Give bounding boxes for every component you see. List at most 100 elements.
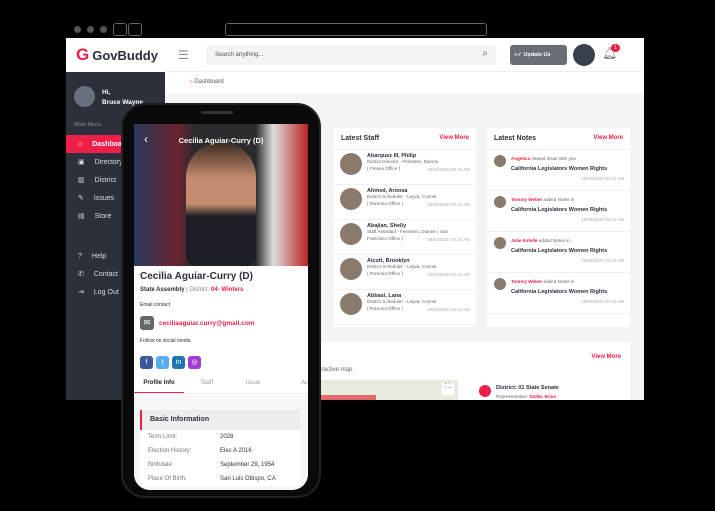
staff-avatar [340, 188, 362, 210]
timestamp: 19/03/2020 03:24 AM [581, 298, 624, 304]
view-more-link[interactable]: View More [591, 354, 621, 360]
note-subject[interactable]: California Legislators Women Rights [511, 166, 624, 172]
tab-staff[interactable]: Staff [184, 374, 230, 393]
note-subject[interactable]: California Legislators Women Rights [511, 248, 624, 254]
note-row[interactable]: Julie Estelle added Notes in California L… [487, 232, 630, 273]
phone-screen: ‹ Cecilia Aguiar-Curry (D) Cecilia Aguia… [134, 124, 308, 490]
profile-tabs: Profile Info Staff Issue Ac [134, 374, 308, 394]
staff-role: District Scheduler - Leyva, Connie [367, 194, 437, 199]
profile-photo [134, 124, 308, 266]
staff-role: District Director - Feinstein, Dianne [367, 159, 439, 164]
logout-icon: ⇥ [78, 289, 84, 296]
linkedin-icon[interactable]: in [172, 356, 185, 369]
profile-name: Cecilia Aguiar-Curry (D) [140, 271, 253, 282]
twitter-icon[interactable]: t [156, 356, 169, 369]
info-key: Election History: [148, 448, 192, 454]
staff-row[interactable]: Abajian, Shelly Staff Assistant - Feinste… [334, 220, 476, 255]
rep-label: Representative: [496, 394, 529, 399]
staff-row[interactable]: Alcott, Brooklyn District Scheduler - Ley… [334, 255, 476, 290]
address-bar[interactable] [225, 23, 487, 36]
phone-icon: ✆ [78, 271, 84, 278]
note-action: added Notes in [543, 197, 575, 202]
home-icon: ⌂ [78, 140, 83, 148]
phone-title: Cecilia Aguiar-Curry (D) [178, 136, 264, 145]
note-action: added Notes in [543, 279, 575, 284]
tab-icon[interactable] [128, 23, 142, 36]
tab-issue[interactable]: Issue [230, 374, 276, 393]
info-row: Place Of Birth: San Luis Obispo, CA [140, 472, 300, 486]
note-row[interactable]: Tommy Weber added Notes in California Leg… [487, 191, 630, 232]
location-pin-icon [479, 385, 491, 397]
map-card: View More eractive map. ⛶ District: 01 S… [316, 342, 630, 400]
chamber: State Assembly [140, 287, 185, 293]
card-title: Latest Notes [494, 135, 537, 142]
staff-avatar [340, 223, 362, 245]
search-icon[interactable]: ⌕ [482, 48, 488, 59]
staff-role: Staff Assistant - Feinstein, Dianne ( Sa… [367, 229, 449, 234]
basic-info-header: Basic Information [140, 410, 300, 430]
info-key: Term Limit: [148, 434, 178, 440]
facebook-icon[interactable]: f [140, 356, 153, 369]
search-input[interactable]: Search anything... ⌕ [206, 45, 496, 65]
staff-row[interactable]: Ahmed, Aroosa District Scheduler - Leyva,… [334, 185, 476, 220]
info-value: September 29, 1954 [220, 462, 275, 468]
window-dot [100, 26, 107, 33]
note-action: added Notes in [538, 238, 570, 243]
window-dot [74, 26, 81, 33]
note-avatar [494, 196, 506, 208]
note-row[interactable]: Tommy Weber added Notes in California Leg… [487, 273, 630, 314]
map-description: eractive map. [318, 367, 355, 373]
info-value: 2028 [220, 434, 234, 440]
staff-avatar [340, 293, 362, 315]
info-key: Birthdate: [148, 462, 174, 468]
note-subject[interactable]: California Legislators Women Rights [511, 289, 624, 295]
mail-icon: ✉ [140, 316, 154, 330]
note-user[interactable]: Tommy Weber [511, 279, 542, 284]
email-link[interactable]: ceciliaaguiar.curry@gmail.com [159, 320, 255, 327]
note-user[interactable]: Angelica [511, 156, 530, 161]
note-avatar [494, 278, 506, 290]
map-icon: ▥ [78, 177, 85, 184]
hamburger-icon[interactable]: ☰ [178, 48, 189, 62]
staff-row[interactable]: Abbasi, Lana District Scheduler - Leyva, … [334, 290, 476, 325]
info-row: Election History: Elec A 2016 [140, 444, 300, 458]
note-subject[interactable]: California Legislators Women Rights [511, 207, 624, 213]
tab-activity[interactable]: Ac [276, 374, 308, 393]
staff-role: District Scheduler - Leyva, Connie [367, 264, 437, 269]
breadcrumb: ⌂ Dashboard [165, 72, 644, 94]
view-more-link[interactable]: View More [439, 135, 469, 142]
logo[interactable]: G GovBuddy [66, 38, 165, 72]
update-us-button[interactable]: ≡✓ Update Us [510, 45, 567, 65]
note-user[interactable]: Tommy Weber [511, 197, 542, 202]
timestamp: 19/03/2020 03:24 AM [581, 257, 624, 263]
note-action: shared Issue with you [531, 156, 576, 161]
staff-row[interactable]: Abarquez III, Philip District Director - … [334, 150, 476, 185]
breadcrumb-dashboard[interactable]: Dashboard [194, 79, 223, 85]
info-key: Place Of Birth: [148, 476, 187, 482]
social-label: Follow on social media [140, 338, 191, 344]
note-avatar [494, 155, 506, 167]
fullscreen-icon[interactable]: ⛶ [442, 383, 454, 395]
avatar [74, 86, 95, 107]
directory-icon: ▣ [78, 159, 85, 166]
info-row: Term Limit: 2028 [140, 430, 300, 444]
tab-profile-info[interactable]: Profile Info [134, 374, 184, 393]
rep-link[interactable]: Dahle, Brian [529, 394, 556, 399]
top-header: ☰ Search anything... ⌕ ≡✓ Update Us 🔔︎ 1 [165, 38, 644, 72]
info-value: Elec A 2016 [220, 448, 252, 454]
list-check-icon: ≡✓ [514, 52, 524, 58]
view-more-link[interactable]: View More [593, 135, 623, 142]
instagram-icon[interactable]: ◎ [188, 356, 201, 369]
timestamp: 19/03/2020 03:24 AM [581, 175, 624, 181]
info-value: San Luis Obispo, CA [220, 476, 276, 482]
latest-notes-card: Latest Notes View More Angelica shared Is… [487, 128, 630, 327]
note-row[interactable]: Angelica shared Issue with you California… [487, 150, 630, 191]
note-user[interactable]: Julie Estelle [511, 238, 538, 243]
email-label: Email contact [140, 302, 171, 308]
tab-icon[interactable] [113, 23, 127, 36]
timestamp: 19/03/2020 03:24 AM [581, 216, 624, 222]
profile-avatar[interactable] [573, 44, 595, 66]
phone-speaker [201, 111, 233, 114]
edit-icon: ✎ [78, 195, 84, 202]
interactive-map[interactable]: ⛶ [318, 380, 458, 400]
